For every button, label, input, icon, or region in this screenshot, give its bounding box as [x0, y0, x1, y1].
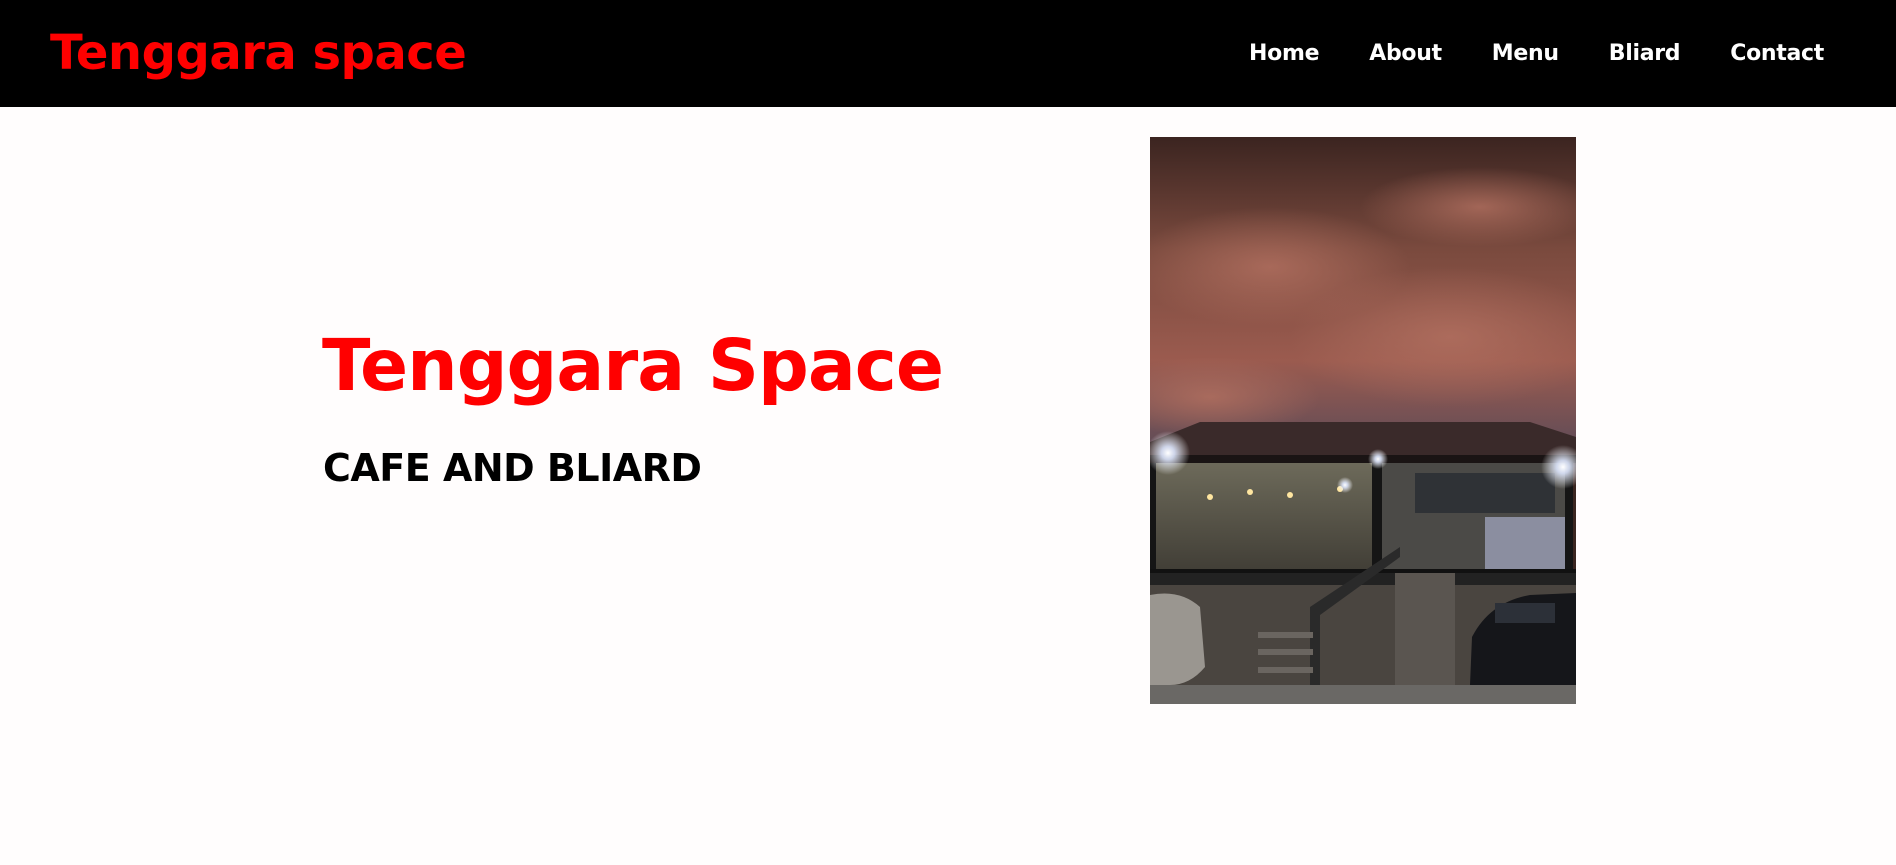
nav-item-home: Home [1249, 41, 1319, 66]
interior-window [1415, 473, 1555, 513]
roof-edge [1150, 455, 1576, 463]
stair-step [1258, 649, 1313, 655]
nav-link-contact[interactable]: Contact [1730, 41, 1824, 66]
car-window [1495, 603, 1555, 623]
nav-item-menu: Menu [1492, 41, 1559, 66]
interior-light [1207, 494, 1213, 500]
nav-link-menu[interactable]: Menu [1492, 41, 1559, 66]
lamp-glow [1368, 449, 1388, 469]
nav-link-about[interactable]: About [1369, 41, 1442, 66]
nav-item-about: About [1369, 41, 1442, 66]
entrance-block [1395, 573, 1455, 685]
nav-link-bliard[interactable]: Bliard [1609, 41, 1681, 66]
hero-title: Tenggara Space [322, 324, 944, 407]
nav-item-bliard: Bliard [1609, 41, 1681, 66]
cafe-building-photo [1150, 137, 1576, 704]
hero-subtitle: CAFE AND BLIARD [323, 446, 702, 490]
lamp-glow [1337, 477, 1353, 493]
interior-light [1287, 492, 1293, 498]
nav-links: Home About Menu Bliard Contact [1249, 0, 1824, 107]
parked-car-left [1150, 593, 1205, 685]
stair-step [1258, 667, 1313, 673]
navbar: Tenggara space Home About Menu Bliard Co… [0, 0, 1896, 107]
nav-link-home[interactable]: Home [1249, 41, 1319, 66]
stair-step [1258, 632, 1313, 638]
brand-logo-link[interactable]: Tenggara space [50, 22, 467, 84]
ground [1150, 685, 1576, 704]
interior-light [1247, 489, 1253, 495]
hero-photo [1150, 137, 1576, 704]
nav-item-contact: Contact [1730, 41, 1824, 66]
interior-window [1485, 517, 1565, 577]
